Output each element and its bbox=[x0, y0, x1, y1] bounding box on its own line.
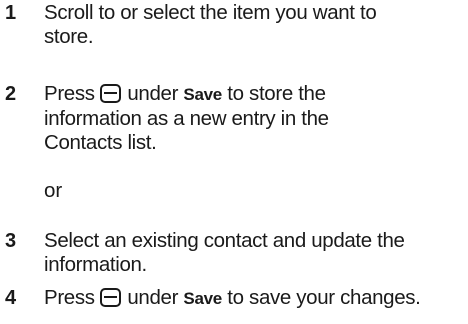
soft-key-icon bbox=[100, 84, 122, 103]
step-text-segment: to store the bbox=[227, 82, 326, 105]
save-keyword: Save bbox=[183, 289, 222, 308]
step-text-segment: Press bbox=[44, 286, 95, 309]
step-text-line: Press under Save to store the bbox=[44, 82, 468, 107]
step-text: Scroll to or select the item you want to… bbox=[44, 1, 468, 49]
step-text-line: Select an existing contact and update th… bbox=[44, 229, 405, 252]
step-text-line: Press under Save to save your changes. bbox=[44, 286, 468, 311]
step-text-segment: under bbox=[127, 286, 179, 309]
step-text-line: information as a new entry in the bbox=[44, 107, 329, 130]
step-text-segment: to save your changes. bbox=[227, 286, 421, 309]
step-text-line: Contacts list. bbox=[44, 131, 157, 154]
step-text-segment: under bbox=[127, 82, 179, 105]
step-text-line: Scroll to or select the item you want to bbox=[44, 1, 377, 24]
step-text-line: information. bbox=[44, 253, 147, 276]
step-text: Press under Save to save your changes. bbox=[44, 286, 468, 311]
save-keyword: Save bbox=[183, 85, 222, 104]
step-number: 4 bbox=[5, 287, 17, 309]
soft-key-icon bbox=[100, 288, 122, 307]
step-text: Select an existing contact and update th… bbox=[44, 229, 468, 277]
step-text: Press under Save to store the informatio… bbox=[44, 82, 468, 155]
or-separator: or bbox=[44, 179, 63, 202]
step-text-segment: Press bbox=[44, 82, 95, 105]
step-number: 2 bbox=[5, 83, 17, 105]
step-number: 1 bbox=[5, 2, 17, 24]
step-number: 3 bbox=[5, 230, 17, 252]
step-text-line: store. bbox=[44, 25, 94, 48]
